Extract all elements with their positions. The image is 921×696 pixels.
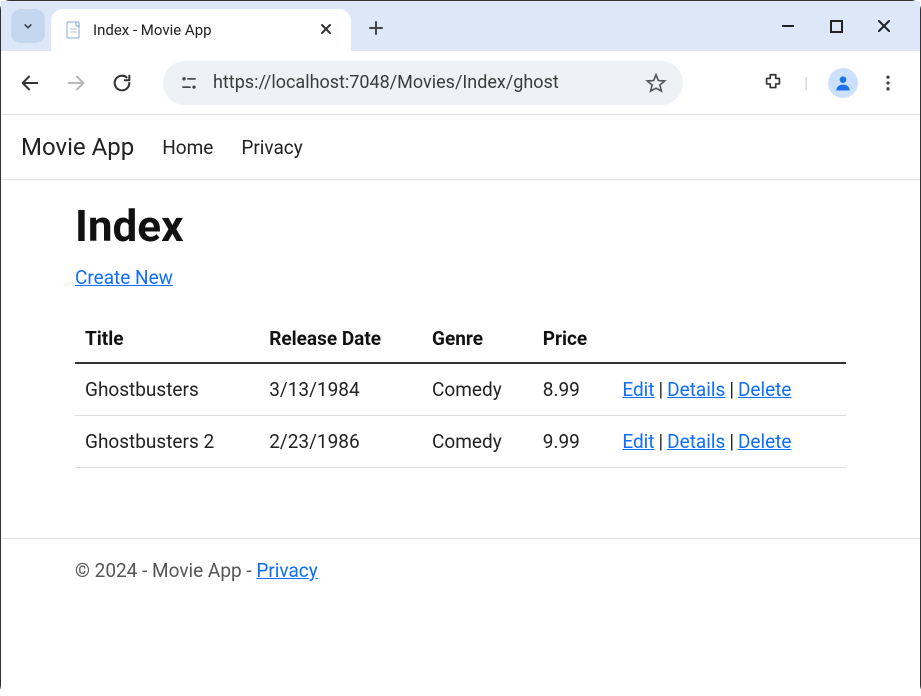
page-footer: © 2024 - Movie App - Privacy — [1, 538, 920, 602]
close-icon — [876, 18, 892, 34]
cell-genre: Comedy — [422, 416, 533, 468]
kebab-menu-icon[interactable] — [878, 73, 898, 93]
details-link[interactable]: Details — [667, 378, 725, 401]
cell-actions: Edit|Details|Delete — [612, 363, 846, 416]
delete-link[interactable]: Delete — [738, 378, 792, 401]
page-viewport: Movie App Home Privacy Index Create New … — [1, 115, 920, 696]
details-link[interactable]: Details — [667, 430, 725, 453]
url-text: https://localhost:7048/Movies/Index/ghos… — [213, 72, 631, 93]
create-new-link[interactable]: Create New — [75, 266, 173, 289]
col-actions — [612, 315, 846, 363]
nav-link-privacy[interactable]: Privacy — [241, 136, 302, 159]
col-genre: Genre — [422, 315, 533, 363]
footer-privacy-link[interactable]: Privacy — [256, 559, 317, 582]
minimize-icon — [780, 18, 796, 34]
tab-search-dropdown[interactable] — [11, 9, 45, 43]
edit-link[interactable]: Edit — [622, 378, 654, 401]
edit-link[interactable]: Edit — [622, 430, 654, 453]
new-tab-button[interactable] — [359, 18, 393, 43]
site-settings-icon — [179, 73, 199, 93]
browser-toolbar: https://localhost:7048/Movies/Index/ghos… — [1, 51, 920, 115]
chevron-down-icon — [21, 19, 35, 33]
close-tab-button[interactable] — [315, 18, 337, 43]
delete-link[interactable]: Delete — [738, 430, 792, 453]
toolbar-right: | — [762, 68, 906, 98]
cell-price: 9.99 — [533, 416, 613, 468]
profile-avatar-button[interactable] — [828, 68, 858, 98]
minimize-button[interactable] — [778, 16, 798, 36]
maximize-button[interactable] — [826, 16, 846, 36]
separator: | — [725, 430, 738, 453]
reload-icon — [111, 72, 133, 94]
address-bar[interactable]: https://localhost:7048/Movies/Index/ghos… — [163, 61, 683, 105]
cell-title: Ghostbusters 2 — [75, 416, 259, 468]
window-controls — [778, 1, 912, 51]
forward-button[interactable] — [61, 68, 91, 98]
maximize-icon — [829, 19, 844, 34]
main-container: Index Create New Title Release Date Genr… — [1, 180, 920, 488]
back-button[interactable] — [15, 68, 45, 98]
brand-link[interactable]: Movie App — [21, 133, 134, 161]
cell-release-date: 2/23/1986 — [259, 416, 422, 468]
table-row: Ghostbusters 3/13/1984 Comedy 8.99 Edit|… — [75, 363, 846, 416]
footer-text: © 2024 - Movie App - — [75, 559, 256, 582]
col-release-date: Release Date — [259, 315, 422, 363]
table-header-row: Title Release Date Genre Price — [75, 315, 846, 363]
cell-title: Ghostbusters — [75, 363, 259, 416]
nav-link-home[interactable]: Home — [162, 136, 213, 159]
close-icon — [319, 22, 333, 36]
close-window-button[interactable] — [874, 16, 894, 36]
separator: | — [804, 73, 808, 92]
bookmark-star-icon[interactable] — [645, 72, 667, 94]
cell-release-date: 3/13/1984 — [259, 363, 422, 416]
cell-price: 8.99 — [533, 363, 613, 416]
col-price: Price — [533, 315, 613, 363]
plus-icon — [367, 19, 385, 37]
reload-button[interactable] — [107, 68, 137, 98]
arrow-right-icon — [65, 72, 87, 94]
separator: | — [655, 430, 668, 453]
person-icon — [833, 73, 853, 93]
separator: | — [725, 378, 738, 401]
extensions-icon[interactable] — [762, 72, 784, 94]
cell-actions: Edit|Details|Delete — [612, 416, 846, 468]
col-title: Title — [75, 315, 259, 363]
app-navbar: Movie App Home Privacy — [1, 115, 920, 180]
browser-tab-strip: Index - Movie App — [1, 1, 920, 51]
cell-genre: Comedy — [422, 363, 533, 416]
browser-tab[interactable]: Index - Movie App — [51, 9, 351, 51]
page-favicon-icon — [65, 21, 83, 39]
page-heading: Index — [75, 200, 846, 252]
table-row: Ghostbusters 2 2/23/1986 Comedy 9.99 Edi… — [75, 416, 846, 468]
arrow-left-icon — [19, 72, 41, 94]
movies-table: Title Release Date Genre Price Ghostbust… — [75, 315, 846, 468]
separator: | — [655, 378, 668, 401]
tab-title: Index - Movie App — [93, 21, 305, 39]
